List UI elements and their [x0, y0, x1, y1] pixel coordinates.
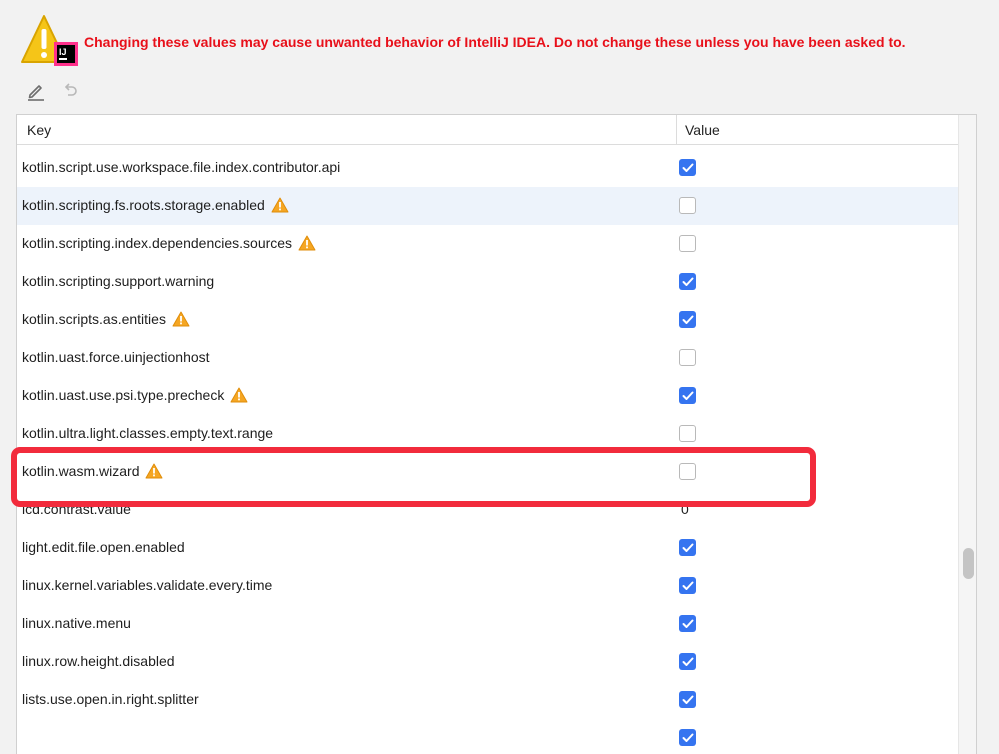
column-header-value[interactable]: Value [685, 122, 720, 138]
table-row[interactable]: linux.kernel.variables.validate.every.ti… [17, 567, 958, 605]
table-row[interactable]: kotlin.scripting.support.warning [17, 263, 958, 301]
warning-message: Changing these values may cause unwanted… [84, 34, 906, 50]
registry-key-label: light.edit.file.open.enabled [22, 539, 185, 555]
warning-icon [172, 311, 190, 327]
registry-key-label: linux.row.height.disabled [22, 653, 175, 669]
registry-key-label: kotlin.script.use.workspace.file.index.c… [22, 159, 341, 175]
value-checkbox[interactable] [679, 425, 697, 443]
checkbox-unchecked-icon [679, 425, 696, 442]
value-text[interactable]: 0 [681, 501, 689, 517]
table-row[interactable]: lists.use.open.in.right.splitter [17, 681, 958, 719]
checkbox-unchecked-icon [679, 349, 696, 366]
value-checkbox[interactable] [679, 273, 697, 291]
registry-key: linux.row.height.disabled [22, 653, 175, 669]
checkbox-unchecked-icon [679, 463, 696, 480]
value-checkbox[interactable] [679, 691, 697, 709]
svg-text:IJ: IJ [59, 47, 67, 57]
checkbox-checked-icon [679, 159, 696, 176]
value-checkbox[interactable] [679, 729, 697, 747]
checkbox-checked-icon [679, 311, 696, 328]
warning-banner: IJ Changing these values may cause unwan… [18, 14, 993, 70]
value-checkbox[interactable] [679, 539, 697, 557]
value-checkbox[interactable] [679, 615, 697, 633]
table-row[interactable]: kotlin.wasm.wizard [17, 453, 958, 491]
registry-key: kotlin.scripting.index.dependencies.sour… [22, 235, 316, 251]
checkbox-checked-icon [679, 387, 696, 404]
checkbox-checked-icon [679, 577, 696, 594]
checkbox-checked-icon [679, 539, 696, 556]
registry-key: kotlin.scripts.as.entities [22, 311, 190, 327]
undo-button[interactable] [58, 80, 82, 102]
registry-key-label: lcd.contrast.value [22, 501, 131, 517]
registry-table: Key Value kotlin.script.use.workspace.fi… [16, 114, 977, 754]
table-row[interactable]: kotlin.script.use.workspace.file.index.c… [17, 149, 958, 187]
registry-key: kotlin.ultra.light.classes.empty.text.ra… [22, 425, 273, 441]
toolbar [24, 80, 104, 102]
table-row[interactable]: kotlin.ultra.light.classes.empty.text.ra… [17, 415, 958, 453]
registry-key: kotlin.scripting.fs.roots.storage.enable… [22, 197, 289, 213]
table-body: kotlin.script.use.workspace.file.index.c… [17, 149, 958, 754]
checkbox-checked-icon [679, 691, 696, 708]
registry-key-label: lists.use.open.in.right.splitter [22, 691, 199, 707]
table-row[interactable]: kotlin.scripts.as.entities [17, 301, 958, 339]
checkbox-unchecked-icon [679, 235, 696, 252]
table-row[interactable]: linux.row.height.disabled [17, 643, 958, 681]
scrollbar-thumb[interactable] [963, 548, 974, 579]
table-row[interactable]: light.edit.file.open.enabled [17, 529, 958, 567]
table-row[interactable]: kotlin.scripting.fs.roots.storage.enable… [17, 187, 958, 225]
value-checkbox[interactable] [679, 653, 697, 671]
checkbox-unchecked-icon [679, 197, 696, 214]
registry-key: linux.native.menu [22, 615, 131, 631]
value-checkbox[interactable] [679, 159, 697, 177]
undo-icon [64, 83, 77, 96]
value-checkbox[interactable] [679, 387, 697, 405]
registry-key-label: linux.kernel.variables.validate.every.ti… [22, 577, 273, 593]
registry-key: kotlin.uast.force.uinjectionhost [22, 349, 210, 365]
registry-key-label: kotlin.scripting.support.warning [22, 273, 215, 289]
checkbox-checked-icon [679, 653, 696, 670]
registry-key: kotlin.wasm.wizard [22, 463, 163, 479]
registry-key-label: kotlin.wasm.wizard [22, 463, 140, 479]
column-separator[interactable] [676, 115, 677, 145]
registry-key-label: kotlin.scripting.fs.roots.storage.enable… [22, 197, 265, 213]
registry-key-label: kotlin.scripts.as.entities [22, 311, 166, 327]
warning-icon [145, 463, 163, 479]
table-row[interactable]: kotlin.scripting.index.dependencies.sour… [17, 225, 958, 263]
checkbox-checked-icon [679, 615, 696, 632]
warning-idea-logo-icon: IJ [18, 14, 80, 70]
registry-key-label: kotlin.uast.force.uinjectionhost [22, 349, 210, 365]
table-row[interactable]: kotlin.uast.use.psi.type.precheck [17, 377, 958, 415]
warning-icon [298, 235, 316, 251]
column-header-key[interactable]: Key [27, 122, 51, 138]
registry-key: linux.kernel.variables.validate.every.ti… [22, 577, 272, 593]
registry-key: lists.use.open.in.right.splitter [22, 691, 199, 707]
registry-key-label: kotlin.ultra.light.classes.empty.text.ra… [22, 425, 274, 441]
table-row[interactable]: linux.native.menu [17, 605, 958, 643]
registry-key-label: kotlin.scripting.index.dependencies.sour… [22, 235, 293, 251]
registry-key-label: linux.native.menu [22, 615, 131, 631]
table-header: Key Value [17, 115, 958, 145]
registry-key-label: kotlin.uast.use.psi.type.precheck [22, 387, 225, 403]
edit-button[interactable] [24, 80, 48, 102]
warning-icon [230, 387, 248, 403]
value-checkbox[interactable] [679, 311, 697, 329]
value-checkbox[interactable] [679, 463, 697, 481]
registry-key: kotlin.scripting.support.warning [22, 273, 214, 289]
table-row[interactable]: kotlin.uast.force.uinjectionhost [17, 339, 958, 377]
registry-key: kotlin.script.use.workspace.file.index.c… [22, 159, 340, 175]
vertical-scrollbar[interactable] [958, 115, 976, 754]
registry-key: lcd.contrast.value [22, 501, 131, 517]
checkbox-checked-icon [679, 729, 696, 746]
registry-key: light.edit.file.open.enabled [22, 539, 185, 555]
value-checkbox[interactable] [679, 197, 697, 215]
value-checkbox[interactable] [679, 577, 697, 595]
warning-icon [271, 197, 289, 213]
checkbox-checked-icon [679, 273, 696, 290]
pencil-icon [28, 85, 44, 101]
registry-key: kotlin.uast.use.psi.type.precheck [22, 387, 248, 403]
table-row[interactable] [17, 719, 958, 754]
table-row[interactable]: lcd.contrast.value 0 [17, 491, 958, 529]
value-checkbox[interactable] [679, 349, 697, 367]
value-checkbox[interactable] [679, 235, 697, 253]
